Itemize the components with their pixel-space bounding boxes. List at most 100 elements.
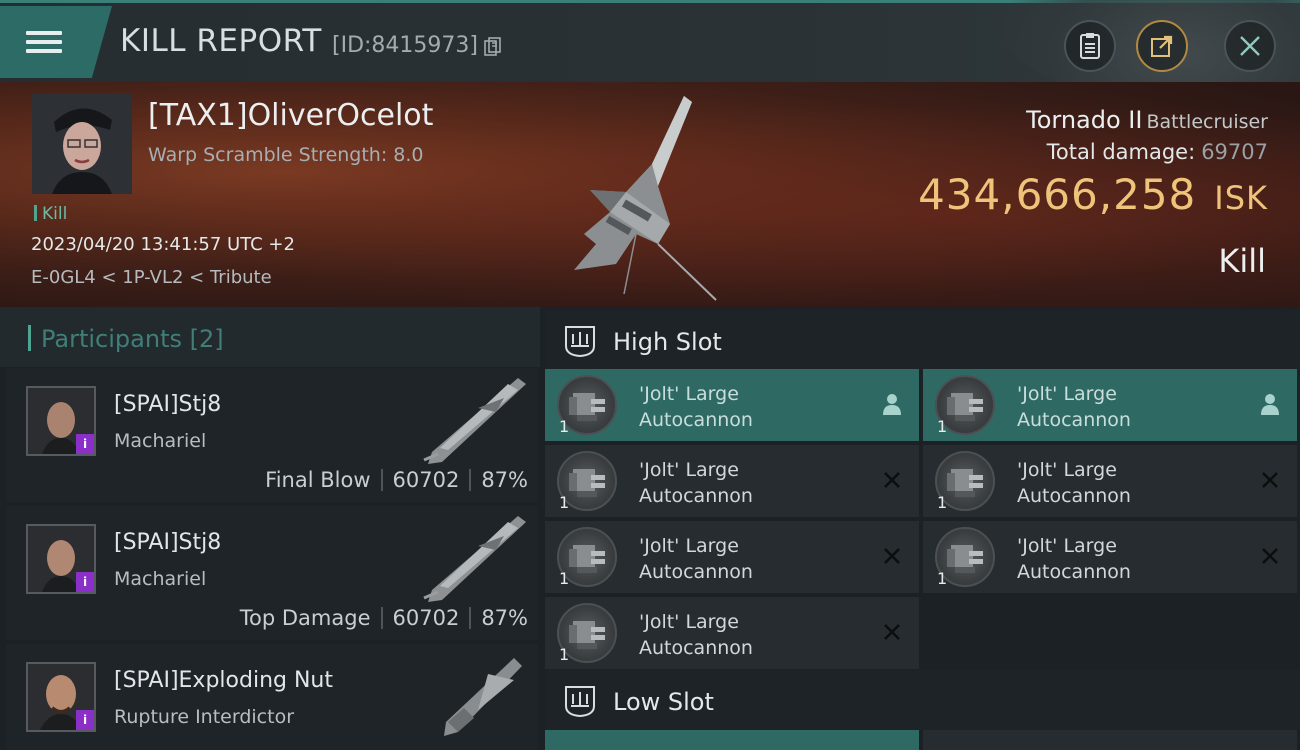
module-slot[interactable]: 1 'Jolt' Large Autocannon [923,369,1297,441]
clipboard-icon [1080,33,1100,59]
module-name: 'Jolt' Large Autocannon [639,609,753,661]
module-name-line2: Autocannon [1017,561,1131,583]
module-slot[interactable]: 1 'Jolt' Large Autocannon [923,445,1297,517]
alliance-badge-icon: i [76,434,94,454]
participant-ship-image[interactable] [418,374,528,466]
module-name-line1: 'Jolt' Large [1017,383,1117,405]
isk-value: 434,666,258 ISK [918,170,1268,219]
close-button[interactable] [1224,20,1276,72]
participant-stats: Top Damage 60702 87% [240,606,528,630]
module-name: 'Jolt' Large Autocannon [1017,533,1131,585]
participant-percent: 87% [481,468,528,492]
participant-ship-image[interactable] [418,650,528,742]
module-name-line2: Autocannon [639,485,753,507]
destroyed-x-icon [879,619,905,645]
module-quantity: 1 [559,645,570,664]
close-icon [1240,36,1260,56]
page-title: KILL REPORT [120,23,322,59]
menu-button[interactable] [0,6,112,78]
participant-avatar[interactable]: i [26,662,96,732]
module-name-line1: 'Jolt' Large [639,611,739,633]
module-name-line1: 'Jolt' Large [639,459,739,481]
low-slot-label: Low Slot [613,688,714,716]
module-name-line2: Autocannon [1017,485,1131,507]
total-damage: Total damage: 69707 [1047,140,1268,164]
module-quantity: 1 [937,417,948,436]
share-icon [1151,35,1173,57]
high-slot-icon [565,326,595,358]
alliance-badge-icon: i [76,710,94,730]
total-damage-label: Total damage: [1046,140,1196,164]
participant-row[interactable]: i [SPAI]Stj8 Machariel Final Blow 60702 87… [6,368,538,502]
participants-title: Participants [2] [28,325,224,353]
participants-header: Participants [2] [0,307,540,367]
header-bar: KILL REPORT [ID:8415973] [0,0,1300,103]
participants-count: [2] [189,325,224,353]
victim-ship-image[interactable] [566,94,746,304]
module-slot-low-2[interactable] [923,730,1297,750]
participant-ship: Rupture Interdictor [114,706,294,728]
module-name-line1: 'Jolt' Large [1017,535,1117,557]
module-quantity: 1 [937,569,948,588]
kill-report-window: KILL REPORT [ID:8415973] [TAX1]OliverOce… [0,0,1300,750]
share-button[interactable] [1136,20,1188,72]
module-name: 'Jolt' Large Autocannon [1017,457,1131,509]
participant-role: Top Damage [239,606,371,630]
module-name-line2: Autocannon [639,561,753,583]
kill-location[interactable]: E-0GL4 < 1P-VL2 < Tribute [31,267,272,288]
module-name-line1: 'Jolt' Large [639,535,739,557]
kill-tag-label: Kill [42,204,68,224]
participant-avatar[interactable]: i [26,524,96,594]
participant-name[interactable]: [SPAI]Stj8 [114,392,221,417]
module-name: 'Jolt' Large Autocannon [639,457,753,509]
module-name: 'Jolt' Large Autocannon [639,381,753,433]
clipboard-button[interactable] [1064,20,1116,72]
participant-name[interactable]: [SPAI]Stj8 [114,530,221,555]
kill-outcome: Kill [1218,242,1266,280]
module-slot[interactable]: 1 'Jolt' Large Autocannon [923,521,1297,593]
participant-ship: Machariel [114,430,207,452]
module-name-line2: Autocannon [1017,409,1131,431]
participant-ship-image[interactable] [418,512,528,604]
participant-percent: 87% [481,606,528,630]
module-quantity: 1 [559,493,570,512]
module-name-line1: 'Jolt' Large [1017,459,1117,481]
participant-stats: Final Blow 60702 87% [265,468,528,492]
ship-class: Battlecruiser [1146,111,1268,133]
module-name-line2: Autocannon [639,637,753,659]
isk-unit: ISK [1214,179,1268,217]
module-quantity: 1 [937,493,948,512]
module-slot[interactable]: 1 'Jolt' Large Autocannon [545,597,919,669]
destroyed-x-icon [1257,543,1283,569]
participant-ship: Machariel [114,568,207,590]
low-slot-header: Low Slot [545,670,1300,730]
victim-avatar[interactable] [32,94,132,194]
participant-avatar[interactable]: i [26,386,96,456]
destroyed-x-icon [879,543,905,569]
module-slot[interactable]: 1 'Jolt' Large Autocannon [545,521,919,593]
high-slot-header: High Slot [545,310,1300,370]
low-slot-icon [565,686,595,718]
fitted-person-icon [1257,391,1283,417]
destroyed-x-icon [879,467,905,493]
module-quantity: 1 [559,569,570,588]
module-slot[interactable]: 1 'Jolt' Large Autocannon [545,445,919,517]
module-name-line2: Autocannon [639,409,753,431]
module-slot-low-1[interactable] [545,730,919,750]
warp-scramble-strength: Warp Scramble Strength: 8.0 [148,144,424,166]
victim-pilot-name[interactable]: [TAX1]OliverOcelot [148,98,433,133]
module-name-line1: 'Jolt' Large [639,383,739,405]
module-name: 'Jolt' Large Autocannon [639,533,753,585]
ship-name[interactable]: Tornado II [1026,106,1142,134]
participant-name[interactable]: [SPAI]Exploding Nut [114,668,333,693]
module-slot[interactable]: 1 'Jolt' Large Autocannon [545,369,919,441]
kill-tag: Kill [34,204,67,224]
copy-icon[interactable] [484,37,502,57]
kill-datetime: 2023/04/20 13:41:57 UTC +2 [31,234,295,255]
module-quantity: 1 [559,417,570,436]
isk-amount: 434,666,258 [918,170,1197,219]
participant-row[interactable]: i [SPAI]Exploding Nut Rupture Interdicto… [6,644,538,750]
module-name: 'Jolt' Large Autocannon [1017,381,1131,433]
alliance-badge-icon: i [76,572,94,592]
participant-row[interactable]: i [SPAI]Stj8 Machariel Top Damage 60702 87… [6,506,538,640]
